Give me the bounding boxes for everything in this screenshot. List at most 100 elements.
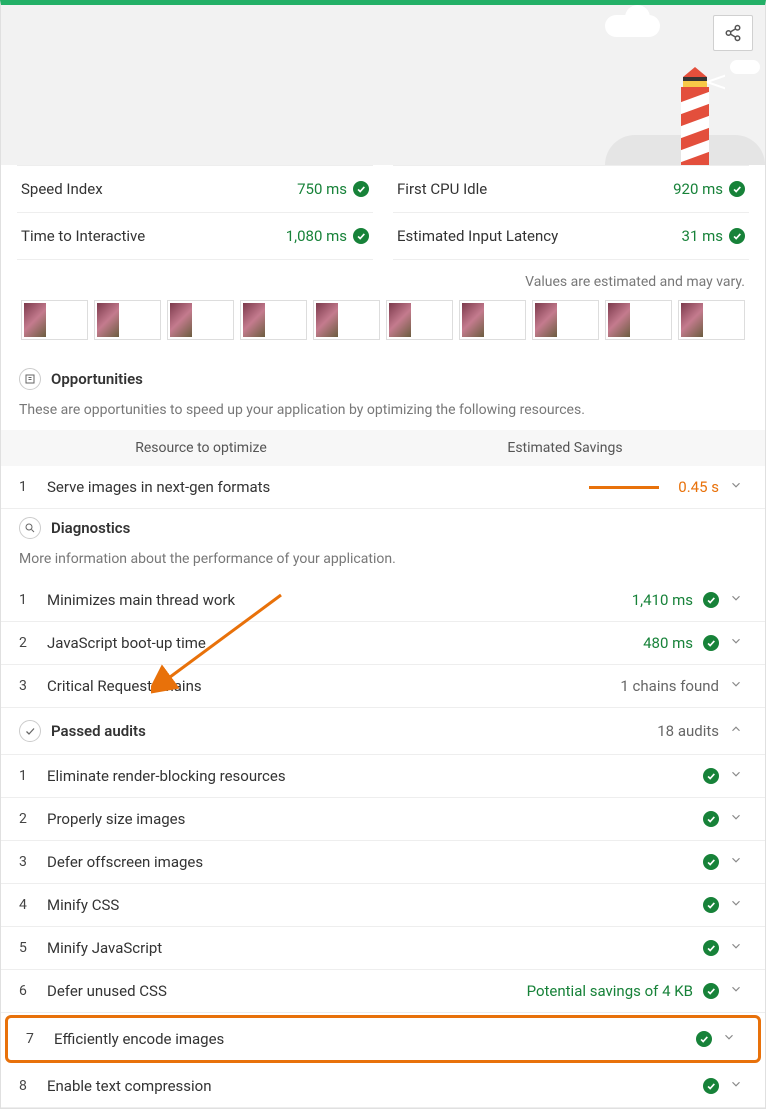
chevron-down-icon[interactable]	[729, 767, 747, 785]
diagnostic-row[interactable]: 2 JavaScript boot-up time 480 ms	[1, 622, 765, 665]
filmstrip-frame[interactable]	[21, 300, 88, 340]
diagnostics-title: Diagnostics	[51, 519, 130, 537]
chevron-down-icon[interactable]	[729, 853, 747, 871]
filmstrip-frame[interactable]	[240, 300, 307, 340]
pass-badge-icon	[703, 635, 719, 651]
metric-row: First CPU Idle 920 ms	[393, 165, 749, 213]
pass-badge-icon	[703, 897, 719, 913]
audit-number: 2	[19, 811, 35, 827]
audit-number: 1	[19, 768, 35, 784]
diagnostics-description: More information about the performance o…	[1, 547, 765, 579]
opportunities-icon	[19, 368, 41, 390]
chevron-down-icon[interactable]	[729, 896, 747, 914]
filmstrip-frame[interactable]	[678, 300, 745, 340]
filmstrip-frame[interactable]	[167, 300, 234, 340]
audit-number: 2	[19, 635, 35, 651]
filmstrip	[1, 300, 765, 360]
pass-badge-icon	[703, 940, 719, 956]
audit-name: Minimizes main thread work	[47, 591, 620, 609]
passed-audit-row[interactable]: 3 Defer offscreen images	[1, 841, 765, 884]
audit-name: Eliminate render-blocking resources	[47, 767, 691, 785]
chevron-down-icon[interactable]	[722, 1030, 740, 1048]
chevron-down-icon[interactable]	[729, 478, 747, 496]
chevron-down-icon[interactable]	[729, 677, 747, 695]
pass-badge-icon	[353, 181, 369, 197]
audit-name: Critical Request Chains	[47, 677, 608, 695]
passed-audit-row[interactable]: 6 Defer unused CSS Potential savings of …	[1, 970, 765, 1013]
diagnostics-heading: Diagnostics	[1, 509, 765, 547]
metric-label: First CPU Idle	[397, 180, 487, 198]
chevron-down-icon[interactable]	[729, 810, 747, 828]
passed-count: 18 audits	[657, 722, 719, 740]
pass-badge-icon	[703, 592, 719, 608]
opportunities-description: These are opportunities to speed up your…	[1, 398, 765, 430]
audit-number: 7	[26, 1031, 42, 1047]
audit-number: 5	[19, 940, 35, 956]
passed-audit-row[interactable]: 4 Minify CSS	[1, 884, 765, 927]
metric-row: Time to Interactive 1,080 ms	[17, 213, 373, 260]
metric-row: Estimated Input Latency 31 ms	[393, 213, 749, 260]
pass-badge-icon	[353, 228, 369, 244]
savings-value: 0.45 s	[669, 478, 719, 496]
metric-label: Speed Index	[21, 180, 103, 198]
chevron-down-icon[interactable]	[729, 939, 747, 957]
diagnostic-value: 1,410 ms	[632, 591, 693, 609]
diagnostic-value: 480 ms	[643, 634, 693, 652]
diagnostic-row[interactable]: 1 Minimizes main thread work 1,410 ms	[1, 579, 765, 622]
passed-title: Passed audits	[51, 722, 146, 740]
chevron-up-icon	[729, 722, 747, 740]
pass-badge-icon	[703, 1078, 719, 1094]
chevron-down-icon[interactable]	[729, 634, 747, 652]
pass-badge-icon	[729, 228, 745, 244]
audit-number: 8	[19, 1078, 35, 1094]
pass-badge-icon	[696, 1031, 712, 1047]
metric-value: 920 ms	[673, 180, 723, 198]
opportunities-heading: Opportunities	[1, 360, 765, 398]
audit-name: Efficiently encode images	[54, 1030, 684, 1048]
cloud-decoration	[730, 60, 760, 74]
filmstrip-frame[interactable]	[94, 300, 161, 340]
share-icon	[724, 24, 742, 42]
filmstrip-frame[interactable]	[532, 300, 599, 340]
share-button[interactable]	[713, 15, 753, 51]
audit-name: Minify JavaScript	[47, 939, 691, 957]
pass-badge-icon	[703, 768, 719, 784]
filmstrip-frame[interactable]	[313, 300, 380, 340]
filmstrip-frame[interactable]	[459, 300, 526, 340]
audit-name: Defer unused CSS	[47, 982, 515, 1000]
audit-number: 4	[19, 897, 35, 913]
filmstrip-frame[interactable]	[605, 300, 672, 340]
audit-number: 1	[19, 479, 35, 495]
metric-value: 31 ms	[682, 227, 723, 245]
chevron-down-icon[interactable]	[729, 1077, 747, 1095]
passed-audit-row[interactable]: 7 Efficiently encode images	[5, 1015, 761, 1063]
opportunities-columns: Resource to optimize Estimated Savings	[1, 430, 765, 466]
diagnostic-value: 1 chains found	[620, 677, 719, 695]
metric-value: 750 ms	[297, 180, 347, 198]
passed-audit-row[interactable]: 2 Properly size images	[1, 798, 765, 841]
passed-audit-row[interactable]: 1 Eliminate render-blocking resources	[1, 755, 765, 798]
audit-name: Properly size images	[47, 810, 691, 828]
audit-name: JavaScript boot-up time	[47, 634, 631, 652]
filmstrip-frame[interactable]	[386, 300, 453, 340]
potential-savings: Potential savings of 4 KB	[527, 982, 693, 1000]
passed-audit-row[interactable]: 8 Enable text compression	[1, 1065, 765, 1108]
passed-audit-row[interactable]: 5 Minify JavaScript	[1, 927, 765, 970]
metrics-section: Speed Index 750 ms Time to Interactive 1…	[1, 165, 765, 260]
savings-bar	[589, 486, 659, 489]
metric-row: Speed Index 750 ms	[17, 165, 373, 213]
pass-badge-icon	[703, 811, 719, 827]
opportunity-row[interactable]: 1 Serve images in next-gen formats 0.45 …	[1, 466, 765, 509]
passed-audits-heading[interactable]: Passed audits 18 audits	[1, 708, 765, 755]
audit-number: 3	[19, 678, 35, 694]
chevron-down-icon[interactable]	[729, 982, 747, 1000]
chevron-down-icon[interactable]	[729, 591, 747, 609]
pass-badge-icon	[703, 983, 719, 999]
pass-badge-icon	[729, 181, 745, 197]
metric-label: Estimated Input Latency	[397, 227, 558, 245]
audit-number: 6	[19, 983, 35, 999]
report-header	[1, 5, 765, 165]
diagnostic-row[interactable]: 3 Critical Request Chains 1 chains found	[1, 665, 765, 708]
opportunities-title: Opportunities	[51, 370, 143, 388]
audit-number: 3	[19, 854, 35, 870]
